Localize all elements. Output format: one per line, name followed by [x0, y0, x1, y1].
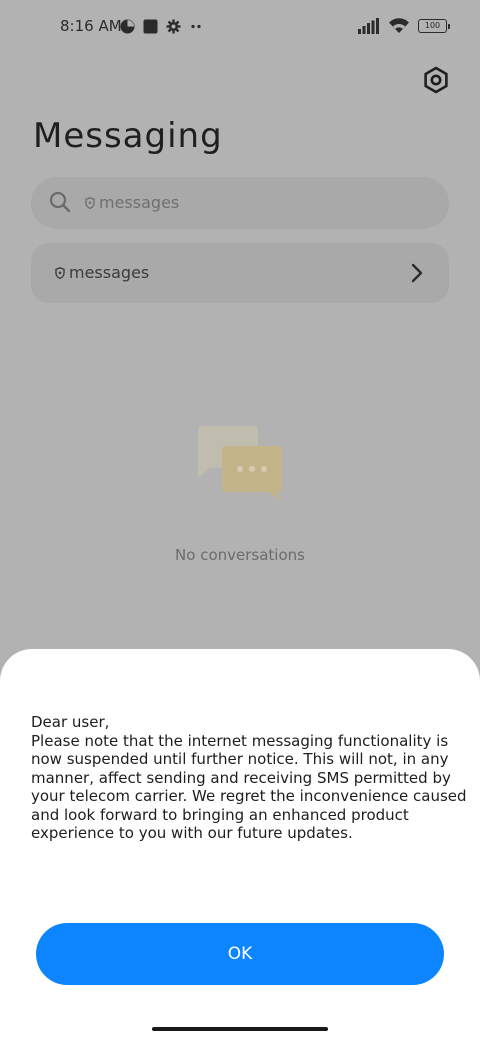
shield-icon	[55, 266, 65, 279]
search-icon	[49, 191, 71, 213]
settings-notification-icon	[166, 19, 181, 34]
search-bar[interactable]: messages	[31, 177, 449, 229]
messages-row-label: messages	[69, 263, 150, 282]
more-notifications-icon	[191, 24, 201, 29]
status-time: 8:16 AM	[60, 17, 122, 35]
empty-state-text: No conversations	[175, 546, 305, 564]
status-system-icons: 100	[358, 18, 450, 34]
status-bar: 8:16 AM 100	[0, 0, 480, 56]
status-notification-icons	[120, 19, 203, 34]
messages-row-label-group: messages	[55, 263, 149, 282]
wifi-icon	[389, 18, 409, 33]
search-input[interactable]: messages	[85, 193, 179, 212]
ok-button[interactable]: OK	[36, 923, 444, 985]
battery-level: 100	[424, 21, 441, 30]
data-saver-icon	[120, 19, 135, 34]
ok-button-label: OK	[227, 944, 253, 964]
chevron-right-icon	[411, 263, 423, 283]
battery-icon: 100	[418, 19, 450, 33]
chat-bubbles-icon	[198, 426, 282, 501]
notice-dialog: Dear user, Please note that the internet…	[0, 649, 480, 1040]
shield-icon	[85, 196, 95, 209]
search-placeholder: messages	[99, 193, 180, 212]
dialog-message: Dear user, Please note that the internet…	[31, 713, 467, 842]
page-title: Messaging	[33, 116, 223, 156]
home-indicator[interactable]	[152, 1027, 328, 1031]
messages-row[interactable]: messages	[31, 243, 449, 303]
signal-icon	[358, 18, 379, 34]
settings-button[interactable]	[420, 64, 452, 96]
hexagon-settings-icon	[424, 66, 448, 94]
square-notification-icon	[143, 19, 158, 34]
